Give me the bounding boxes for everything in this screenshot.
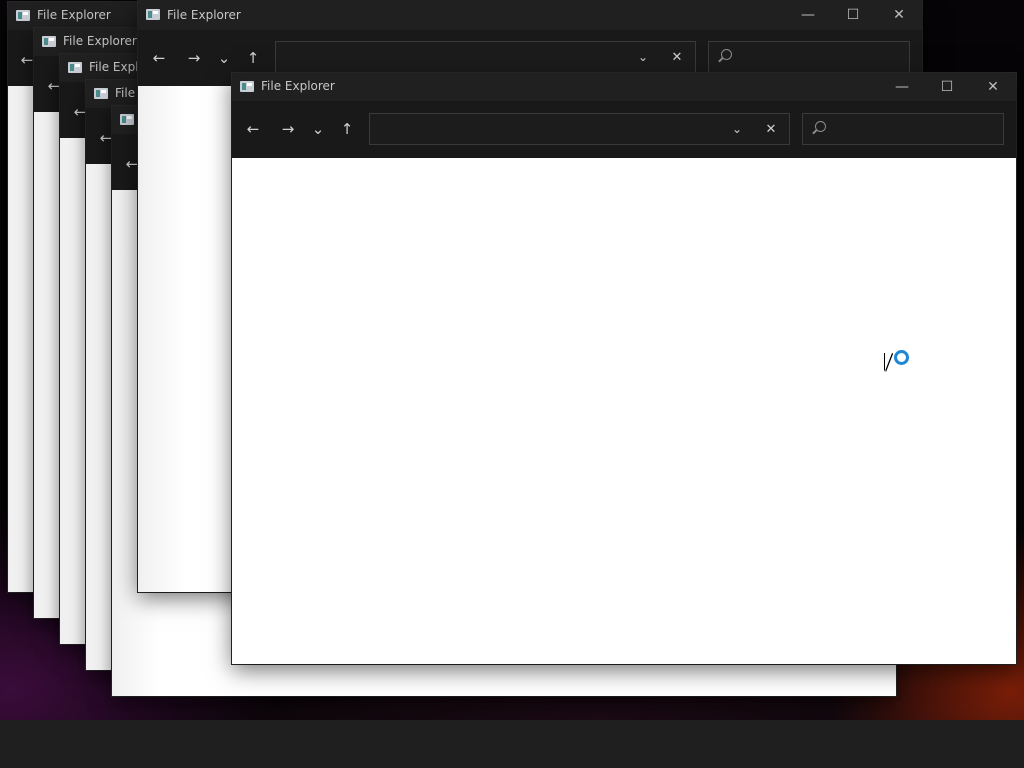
- forward-arrow-icon[interactable]: →: [182, 46, 206, 70]
- address-bar[interactable]: ⌄ ✕: [275, 41, 696, 73]
- address-dropdown-icon[interactable]: ⌄: [723, 114, 751, 144]
- up-arrow-icon[interactable]: ↑: [241, 46, 265, 70]
- forward-arrow-icon[interactable]: →: [276, 117, 300, 141]
- up-arrow-icon[interactable]: ↑: [335, 117, 359, 141]
- back-arrow-icon[interactable]: ←: [147, 46, 171, 70]
- maximize-button[interactable]: ☐: [924, 73, 970, 101]
- window-title: File Explorer: [167, 8, 241, 22]
- taskbar[interactable]: [0, 720, 1024, 768]
- file-explorer-icon: [16, 10, 30, 21]
- file-explorer-icon: [146, 9, 160, 20]
- back-arrow-icon[interactable]: ←: [241, 117, 265, 141]
- close-button[interactable]: ✕: [876, 0, 922, 30]
- file-explorer-icon: [94, 88, 108, 99]
- address-clear-icon[interactable]: ✕: [757, 114, 785, 144]
- minimize-button[interactable]: —: [785, 0, 831, 30]
- search-box[interactable]: [708, 41, 910, 73]
- file-explorer-icon: [68, 62, 82, 73]
- file-explorer-icon: [240, 81, 254, 92]
- toolbar: ← → ⌄ ↑ ⌄ ✕: [232, 101, 1016, 158]
- close-button[interactable]: ✕: [970, 73, 1016, 101]
- loading-ring-icon: [894, 350, 909, 365]
- search-icon: [815, 121, 826, 132]
- file-explorer-icon: [120, 114, 134, 125]
- window-title: File: [115, 86, 136, 100]
- window-title: File Expl: [89, 60, 139, 74]
- window-title: File Explorer: [63, 34, 137, 48]
- title-bar[interactable]: File Explorer — ☐ ✕: [232, 73, 1016, 101]
- search-icon: [721, 49, 732, 60]
- pointer-arrow-icon: [885, 353, 892, 371]
- recent-locations-icon[interactable]: ⌄: [212, 46, 236, 70]
- minimize-button[interactable]: —: [879, 73, 925, 101]
- recent-locations-icon[interactable]: ⌄: [306, 117, 330, 141]
- maximize-button[interactable]: ☐: [830, 0, 876, 30]
- window-title: File Explorer: [37, 8, 111, 22]
- address-clear-icon[interactable]: ✕: [663, 42, 691, 72]
- file-explorer-icon: [42, 36, 56, 47]
- address-bar[interactable]: ⌄ ✕: [369, 113, 790, 145]
- content-area[interactable]: [232, 158, 1016, 664]
- explorer-window-active[interactable]: File Explorer — ☐ ✕ ← → ⌄ ↑ ⌄ ✕: [232, 73, 1016, 664]
- title-bar[interactable]: File Explorer — ☐ ✕: [138, 0, 922, 30]
- window-title: File Explorer: [261, 79, 335, 93]
- search-box[interactable]: [802, 113, 1004, 145]
- address-dropdown-icon[interactable]: ⌄: [629, 42, 657, 72]
